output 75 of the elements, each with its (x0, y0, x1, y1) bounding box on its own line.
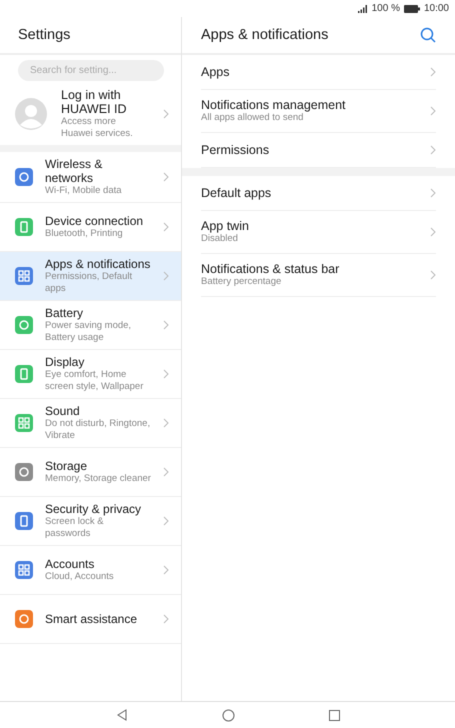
settings-item[interactable]: Security & privacy Screen lock & passwords (0, 497, 181, 546)
settings-item[interactable]: Display Eye comfort, Home screen style, Wallpaper (0, 350, 181, 399)
back-icon[interactable] (116, 709, 128, 721)
settings-item[interactable]: Accounts Cloud, Accounts (0, 546, 181, 595)
chevron-icon (430, 145, 436, 155)
account-title: Log in with HUAWEI ID (61, 88, 128, 116)
battery-icon (404, 4, 420, 12)
item-title: Storage (45, 459, 88, 473)
item-subtitle: Do not disturb, Ringtone, Vibrate (45, 418, 151, 442)
account-row[interactable]: Log in with HUAWEI ID Access more Huawei services. (0, 85, 181, 145)
chevron-icon (430, 270, 436, 280)
chevron-icon (163, 369, 169, 379)
row-title: Default apps (201, 186, 272, 200)
recents-icon[interactable] (328, 710, 340, 720)
clock: 10:00 (424, 3, 449, 14)
chevron-icon (163, 565, 169, 575)
item-subtitle: Permissions, Default apps (45, 271, 134, 295)
row-title: Apps (201, 65, 230, 79)
item-title: Wireless & networks (45, 157, 104, 185)
menu-row[interactable]: Notifications & status bar Battery percentage (201, 254, 436, 297)
item-title: Sound (45, 404, 81, 418)
home-icon[interactable] (222, 708, 234, 722)
item-title: Smart assistance (45, 612, 138, 626)
item-title: Apps & notifications (45, 257, 151, 271)
row-subtitle: All apps allowed to send (201, 112, 304, 124)
menu-row[interactable]: Notifications management All apps allowed to send (201, 90, 436, 133)
chevron-icon (163, 467, 169, 477)
search-icon[interactable] (420, 27, 436, 43)
row-subtitle: Disabled (201, 233, 239, 245)
item-subtitle: Eye comfort, Home screen style, Wallpaper (45, 369, 144, 393)
panel-title: Apps & notifications (201, 27, 328, 43)
avatar-icon (15, 98, 47, 130)
row-title: App twin (201, 219, 250, 233)
row-title: Permissions (201, 143, 270, 157)
chevron-icon (163, 222, 169, 232)
row-title: Notifications & status bar (201, 262, 340, 276)
row-subtitle: Battery percentage (201, 276, 282, 288)
item-title: Battery (45, 306, 84, 320)
chevron-icon (163, 614, 169, 624)
chevron-icon (163, 418, 169, 428)
settings-item[interactable]: Sound Do not disturb, Ringtone, Vibrate (0, 399, 181, 448)
menu-row[interactable]: Default apps (201, 176, 436, 211)
chevron-icon (163, 320, 169, 330)
menu-row[interactable]: Permissions (201, 133, 436, 168)
item-title: Security & privacy (45, 502, 142, 516)
item-subtitle: Memory, Storage cleaner (45, 473, 151, 485)
chevron-icon (430, 67, 436, 77)
item-subtitle: Cloud, Accounts (45, 571, 115, 583)
item-title: Accounts (45, 557, 96, 571)
chevron-icon (430, 188, 436, 198)
item-title: Device connection (45, 214, 144, 228)
panel-title: Settings (18, 27, 70, 43)
settings-item[interactable]: Storage Memory, Storage cleaner (0, 448, 181, 497)
search-field[interactable]: Search for setting... (18, 60, 164, 81)
account-subtitle: Access more Huawei services. (61, 116, 134, 140)
battery-percentage: 100 % (372, 3, 400, 14)
item-subtitle: Screen lock & passwords (45, 516, 105, 540)
menu-row[interactable]: Apps (201, 55, 436, 90)
item-subtitle: Power saving mode, Battery usage (45, 320, 132, 344)
chevron-icon (163, 172, 169, 182)
chevron-icon (163, 271, 169, 281)
settings-item[interactable]: Wireless & networks Wi-Fi, Mobile data (0, 152, 181, 203)
chevron-icon (163, 109, 169, 119)
row-title: Notifications management (201, 98, 347, 112)
item-subtitle: Bluetooth, Printing (45, 228, 124, 240)
settings-item[interactable]: Smart assistance (0, 595, 181, 644)
chevron-icon (430, 227, 436, 237)
settings-item[interactable]: Apps & notifications Permissions, Default apps (0, 252, 181, 301)
settings-item[interactable]: Battery Power saving mode, Battery usage (0, 301, 181, 350)
menu-row[interactable]: App twin Disabled (201, 211, 436, 254)
signal-icon (358, 4, 368, 12)
chevron-icon (430, 106, 436, 116)
chevron-icon (163, 516, 169, 526)
item-title: Display (45, 355, 86, 369)
item-subtitle: Wi-Fi, Mobile data (45, 185, 123, 197)
